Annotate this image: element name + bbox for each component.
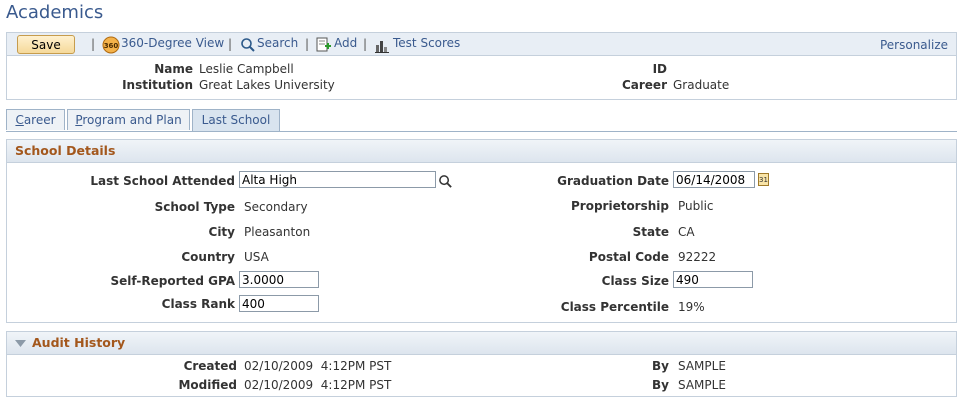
test-scores-link[interactable]: Test Scores — [393, 36, 460, 50]
toolbar-separator: | — [363, 37, 368, 51]
city-value: Pleasanton — [244, 225, 311, 239]
institution-value: Great Lakes University — [199, 78, 335, 92]
page-title: Academics — [6, 2, 104, 23]
collapse-triangle-icon[interactable] — [15, 339, 26, 348]
tab-career-label: areer — [23, 113, 56, 127]
add-link[interactable]: Add — [334, 36, 357, 50]
state-value: CA — [678, 225, 695, 239]
school-type-value: Secondary — [244, 200, 308, 214]
class-rank-input[interactable]: 400 — [239, 295, 319, 312]
test-scores-icon[interactable] — [374, 37, 390, 53]
360-degree-view-link[interactable]: 360-Degree View — [121, 36, 224, 50]
created-by-label: By — [652, 359, 669, 373]
modified-by-label: By — [652, 378, 669, 392]
modified-label: Modified — [178, 378, 237, 392]
school-type-label: School Type — [154, 200, 235, 214]
name-value: Leslie Campbell — [199, 62, 294, 76]
created-by-value: SAMPLE — [678, 359, 726, 373]
tab-career-accesskey: C — [15, 113, 24, 127]
last-school-label: Last School Attended — [90, 174, 235, 188]
audit-history-section: Audit History — [6, 331, 957, 397]
personalize-link[interactable]: Personalize — [880, 38, 948, 52]
tab-bar: Career Program and Plan Last School — [6, 109, 957, 132]
tab-career[interactable]: Career — [6, 109, 65, 130]
toolbar-separator: | — [228, 37, 233, 51]
graduation-date-input[interactable]: 06/14/2008 — [673, 171, 755, 188]
search-link[interactable]: Search — [257, 36, 298, 50]
tab-last-school[interactable]: Last School — [192, 109, 280, 131]
self-reported-gpa-label: Self-Reported GPA — [110, 274, 236, 288]
save-button[interactable]: Save — [17, 35, 75, 54]
proprietorship-value: Public — [678, 199, 714, 213]
toolbar-separator: | — [305, 37, 310, 51]
state-label: State — [632, 225, 669, 239]
modified-by-value: SAMPLE — [678, 378, 726, 392]
country-value: USA — [244, 250, 269, 264]
tab-program-label: rogram and Plan — [82, 113, 182, 127]
graduation-date-label: Graduation Date — [557, 174, 669, 188]
add-icon[interactable] — [316, 37, 332, 53]
360-view-icon[interactable]: 360 — [102, 36, 120, 54]
class-percentile-value: 19% — [678, 300, 705, 314]
toolbar-separator: | — [91, 37, 96, 51]
postal-code-label: Postal Code — [588, 250, 669, 264]
class-percentile-label: Class Percentile — [560, 300, 669, 314]
created-label: Created — [183, 359, 237, 373]
career-value: Graduate — [673, 78, 730, 92]
institution-label: Institution — [122, 78, 193, 92]
career-label: Career — [621, 78, 667, 92]
toolbar: Save | 360 360-Degree View | Search | Ad… — [6, 32, 957, 56]
self-reported-gpa-input[interactable]: 3.0000 — [239, 271, 319, 288]
school-details-header: School Details — [7, 140, 956, 163]
search-icon[interactable] — [240, 37, 256, 53]
postal-code-value: 92222 — [678, 250, 717, 264]
country-label: Country — [181, 250, 235, 264]
audit-history-title: Audit History — [32, 335, 126, 350]
school-details-section: School Details — [6, 139, 957, 323]
name-label: Name — [154, 62, 193, 76]
proprietorship-label: Proprietorship — [570, 199, 669, 213]
id-label: ID — [652, 62, 667, 76]
tab-program-and-plan[interactable]: Program and Plan — [67, 109, 190, 130]
calendar-icon[interactable]: 31 — [758, 173, 769, 186]
audit-history-header[interactable]: Audit History — [7, 332, 956, 355]
lookup-icon[interactable] — [438, 174, 453, 189]
class-rank-label: Class Rank — [161, 297, 235, 311]
city-label: City — [208, 225, 235, 239]
created-value: 02/10/2009 4:12PM PST — [244, 359, 392, 373]
class-size-input[interactable]: 490 — [673, 271, 753, 288]
modified-value: 02/10/2009 4:12PM PST — [244, 378, 392, 392]
svg-text:360: 360 — [104, 42, 119, 50]
class-size-label: Class Size — [601, 274, 669, 288]
last-school-input[interactable]: Alta High — [239, 171, 436, 188]
